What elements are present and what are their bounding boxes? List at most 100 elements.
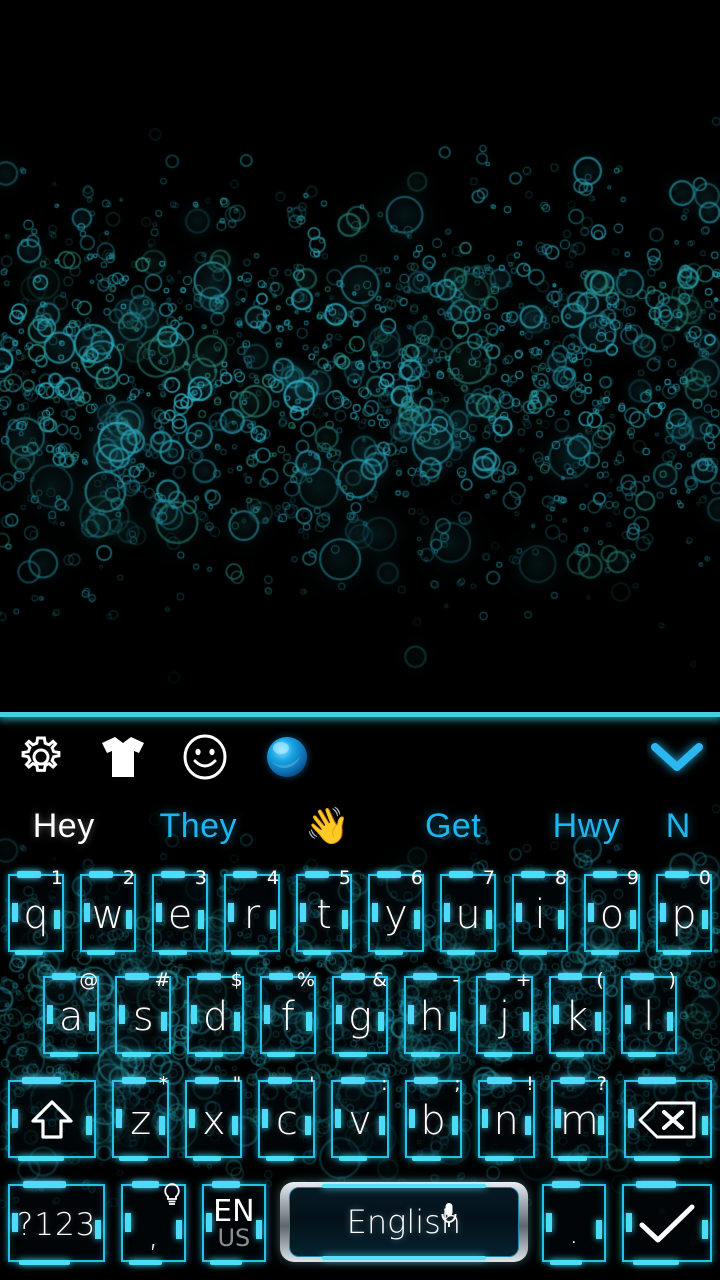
space-key-chrome-frame: English [280,1182,528,1262]
key-sublabel: & [372,969,388,991]
backspace-key[interactable] [618,1073,718,1167]
enter-key[interactable] [616,1177,718,1271]
key-sublabel: - [452,969,460,991]
suggestion-item-3[interactable]: Get [387,807,519,846]
key-label: i [534,892,546,938]
suggestion-item-0[interactable]: Hey [0,807,127,846]
key-label: m [559,1098,599,1144]
key-row-4: ?123 , EN US English . [0,1174,720,1274]
wallpaper [0,0,720,712]
key-w[interactable]: 2 w [74,867,142,961]
tshirt-icon [98,734,148,780]
orb-button[interactable] [246,722,328,792]
key-label: w [91,892,125,938]
key-label: y [384,892,408,938]
key-b[interactable]: ; b [399,1073,468,1167]
key-sublabel: + [515,969,532,991]
suggestion-item-2[interactable]: 👋 [269,805,387,847]
suggestion-item-4[interactable]: Hwy [519,807,654,846]
key-m[interactable]: ? m [545,1073,614,1167]
key-sublabel: 4 [266,867,279,889]
key-l[interactable]: ) l [615,969,683,1063]
key-n[interactable]: ! n [472,1073,541,1167]
language-secondary: US [217,1223,251,1252]
key-v[interactable]: : v [325,1073,394,1167]
key-sublabel: # [154,969,171,991]
key-label: e [167,892,193,938]
key-label: o [599,892,625,938]
key-label: ?123 [16,1206,97,1243]
shift-key[interactable] [2,1073,102,1167]
key-sublabel: ( [596,969,604,991]
key-sublabel: % [296,969,315,991]
key-label: p [671,892,697,938]
key-sublabel: ? [596,1073,607,1095]
key-label: d [202,994,229,1040]
key-u[interactable]: 7 u [434,867,502,961]
period-key[interactable]: . [536,1177,612,1271]
language-key[interactable]: EN US [196,1177,272,1271]
phone-screen: Hey They 👋 Get Hwy N 1 q 2 w 3 e 4 r 5 t… [0,0,720,1280]
key-row-3: * z " x ' c : v ; b ! n ? m [0,1070,720,1170]
suggestion-item-5[interactable]: N [654,807,720,846]
key-label: . [569,1216,579,1251]
space-key[interactable]: English [280,1178,528,1270]
key-sublabel: 7 [482,867,495,889]
language-primary: EN [213,1194,255,1230]
key-sublabel: $ [230,969,243,991]
keyboard-panel: Hey They 👋 Get Hwy N 1 q 2 w 3 e 4 r 5 t… [0,712,720,1280]
key-c[interactable]: ' c [252,1073,321,1167]
key-g[interactable]: & g [326,969,394,1063]
emoji-button[interactable] [164,722,246,792]
bubble-wallpaper-canvas [0,0,720,712]
collapse-keyboard-button[interactable] [634,722,720,792]
key-label: x [201,1098,226,1144]
key-label: , [148,1215,159,1255]
key-s[interactable]: # s [109,969,177,1063]
key-label: s [132,994,154,1040]
key-label: a [58,994,84,1040]
key-label: r [243,892,261,938]
key-p[interactable]: 0 p [650,867,718,961]
key-sublabel: 3 [194,867,207,889]
key-sublabel: : [381,1073,388,1095]
key-sublabel: 1 [50,867,63,889]
key-h[interactable]: - h [398,969,466,1063]
key-sublabel: ' [309,1073,315,1095]
key-t[interactable]: 5 t [290,867,358,961]
key-row-2: @ a # s $ d % f & g - h + j (k) l [0,966,720,1066]
keyboard-top-divider [0,712,720,717]
comma-key[interactable]: , [115,1177,191,1271]
key-i[interactable]: 8 i [506,867,574,961]
smiley-icon [181,733,229,781]
key-q[interactable]: 1 q [2,867,70,961]
key-r[interactable]: 4 r [218,867,286,961]
key-k[interactable]: ( k [543,969,611,1063]
key-sublabel: ; [454,1073,461,1095]
microphone-icon[interactable] [440,1202,458,1228]
theme-button[interactable] [82,722,164,792]
space-key-inner: English [289,1184,519,1260]
key-o[interactable]: 9 o [578,867,646,961]
key-label: u [455,892,481,938]
symbols-key[interactable]: ?123 [2,1177,111,1271]
settings-button[interactable] [0,722,82,792]
key-label: z [130,1098,152,1144]
key-e[interactable]: 3 e [146,867,214,961]
key-f[interactable]: % f [254,969,322,1063]
key-j[interactable]: + j [470,969,538,1063]
key-sublabel: * [158,1073,169,1095]
key-sublabel: 5 [338,867,351,889]
key-label: b [420,1098,446,1144]
key-y[interactable]: 6 y [362,867,430,961]
key-z[interactable]: * z [106,1073,175,1167]
key-x[interactable]: " x [179,1073,248,1167]
suggestion-item-1[interactable]: They [127,807,269,846]
key-a[interactable]: @ a [37,969,105,1063]
key-label: g [347,994,372,1040]
key-label: j [498,994,510,1040]
chevron-down-icon [647,737,707,777]
key-row-1: 1 q 2 w 3 e 4 r 5 t 6 y 7 u 8 i 9 o 0 p [0,864,720,964]
key-d[interactable]: $ d [181,969,249,1063]
blue-orb-icon [260,730,314,784]
